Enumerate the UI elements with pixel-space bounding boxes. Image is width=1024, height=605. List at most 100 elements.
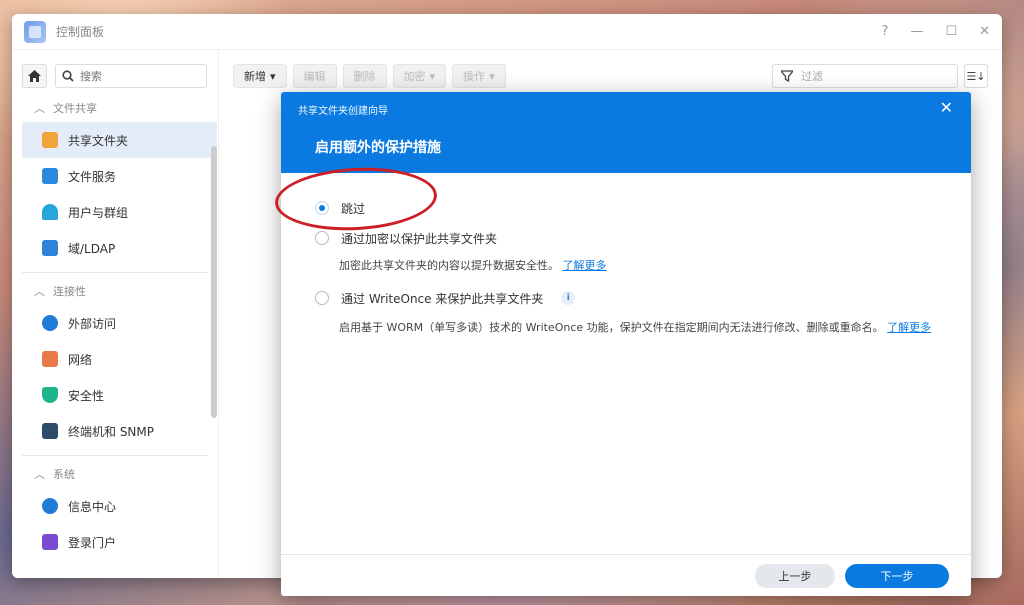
info-center-icon [42,498,58,514]
sidebar-scrollbar[interactable] [211,146,217,418]
dialog-close-icon[interactable]: ✕ [940,98,953,117]
sidebar-item-file-services[interactable]: 文件服务 [22,158,217,194]
file-services-icon [42,168,58,184]
sidebar: ︿ 文件共享 共享文件夹 文件服务 用户与群组 域/LDAP ︿ 连接性 外部访… [12,51,217,578]
section-header-file-sharing[interactable]: ︿ 文件共享 [12,94,217,122]
caret-down-icon: ▾ [270,69,276,83]
toolbar: 新增 ▾ 编辑 删除 加密 ▾ 操作 ▾ 过滤 ☰↓ [219,51,1002,88]
shared-folder-icon [42,132,58,148]
security-icon [42,387,58,403]
action-button[interactable]: 操作 ▾ [452,64,506,88]
home-icon [28,70,41,82]
dialog-header: 共享文件夹创建向导 ✕ 启用额外的保护措施 [281,92,971,173]
sidebar-item-login-portal[interactable]: 登录门户 [22,524,217,560]
maximize-icon[interactable]: ☐ [945,24,957,39]
sidebar-item-label: 网络 [68,352,93,367]
description-text: 启用基于 WORM（单写多读）技术的 WriteOnce 功能，保护文件在指定期… [339,321,884,334]
dialog-subtitle: 共享文件夹创建向导 [298,106,388,117]
sidebar-item-label: 共享文件夹 [68,133,129,148]
previous-button[interactable]: 上一步 [755,563,835,588]
title-bar: 控制面板 ? — ☐ ✕ [12,14,1002,50]
close-icon[interactable]: ✕ [979,24,990,39]
window-title: 控制面板 [56,25,105,39]
option-label: 通过加密以保护此共享文件夹 [341,231,498,246]
info-icon[interactable]: i [561,291,576,305]
control-panel-icon [24,20,46,43]
chevron-up-icon: ︿ [34,102,45,115]
option-label: 通过 WriteOnce 来保护此共享文件夹 [341,291,544,306]
shared-folder-wizard-dialog: 共享文件夹创建向导 ✕ 启用额外的保护措施 跳过 通过加密以保护此共享文件夹 加… [281,92,971,596]
login-portal-icon [42,534,58,550]
sidebar-item-user-group[interactable]: 用户与群组 [22,194,217,230]
encrypt-label: 加密 [403,70,426,83]
sidebar-item-shared-folder[interactable]: 共享文件夹 [22,122,217,158]
divider [22,272,207,273]
description-text: 加密此共享文件夹的内容以提升数据安全性。 [339,259,559,272]
chevron-up-icon: ︿ [34,285,45,298]
sidebar-item-label: 文件服务 [68,169,117,184]
delete-button[interactable]: 删除 [342,64,387,88]
chevron-up-icon: ︿ [34,468,45,481]
learn-more-link[interactable]: 了解更多 [887,321,931,334]
section-label: 系统 [53,468,75,481]
delete-label: 删除 [353,70,376,83]
radio-skip[interactable] [315,201,329,215]
sidebar-item-label: 信息中心 [68,499,117,514]
filter-input[interactable]: 过滤 [801,68,823,84]
option-description: 加密此共享文件夹的内容以提升数据安全性。 了解更多 [339,257,937,275]
domain-ldap-icon [42,240,58,256]
sidebar-item-label: 域/LDAP [68,241,116,256]
help-icon[interactable]: ? [882,24,889,39]
encrypt-button[interactable]: 加密 ▾ [392,64,447,88]
action-label: 操作 [463,70,486,83]
user-group-icon [42,204,58,220]
sort-icon: ☰↓ [966,69,986,83]
divider [22,455,207,456]
sidebar-item-label: 外部访问 [68,316,117,331]
sidebar-item-security[interactable]: 安全性 [22,377,217,413]
dialog-body: 跳过 通过加密以保护此共享文件夹 加密此共享文件夹的内容以提升数据安全性。 了解… [281,173,971,359]
sort-button[interactable]: ☰↓ [964,64,988,88]
section-label: 文件共享 [53,102,97,115]
filter-box[interactable]: 过滤 [772,64,958,88]
radio-writeonce[interactable] [315,291,329,305]
search-icon [62,70,74,82]
option-encrypt[interactable]: 通过加密以保护此共享文件夹 [315,227,937,249]
sidebar-item-network[interactable]: 网络 [22,341,217,377]
option-writeonce[interactable]: 通过 WriteOnce 来保护此共享文件夹 i [315,287,937,309]
next-button[interactable]: 下一步 [845,563,949,588]
minimize-icon[interactable]: — [910,24,923,39]
section-header-connectivity[interactable]: ︿ 连接性 [12,277,217,305]
search-input[interactable] [80,69,200,83]
sidebar-item-external-access[interactable]: 外部访问 [22,305,217,341]
caret-down-icon: ▾ [429,69,436,83]
new-button[interactable]: 新增 ▾ [233,64,287,88]
sidebar-item-label: 终端机和 SNMP [68,424,154,439]
home-button[interactable] [22,64,47,88]
sidebar-item-terminal-snmp[interactable]: 终端机和 SNMP [22,413,217,449]
sidebar-item-label: 用户与群组 [68,205,129,220]
edit-button[interactable]: 编辑 [292,64,337,88]
new-label: 新增 [244,70,266,83]
network-icon [42,351,58,367]
search-box[interactable] [55,64,207,88]
sidebar-item-info-center[interactable]: 信息中心 [22,488,217,524]
option-description: 启用基于 WORM（单写多读）技术的 WriteOnce 功能，保护文件在指定期… [339,319,939,337]
option-skip[interactable]: 跳过 [315,197,937,219]
edit-label: 编辑 [303,70,326,83]
sidebar-item-domain-ldap[interactable]: 域/LDAP [22,230,217,266]
terminal-icon [42,423,58,439]
dialog-title: 启用额外的保护措施 [315,140,441,156]
radio-encrypt[interactable] [315,231,329,245]
caret-down-icon: ▾ [489,69,495,83]
section-header-system[interactable]: ︿ 系统 [12,460,217,488]
sidebar-item-label: 登录门户 [68,535,117,550]
external-access-icon [42,315,58,331]
learn-more-link[interactable]: 了解更多 [563,259,607,272]
filter-icon [781,70,793,82]
window-controls: ? — ☐ ✕ [882,24,990,39]
section-label: 连接性 [53,285,86,298]
sidebar-item-label: 安全性 [68,388,105,403]
option-label: 跳过 [341,201,366,216]
dialog-footer: 上一步 下一步 [281,554,971,596]
